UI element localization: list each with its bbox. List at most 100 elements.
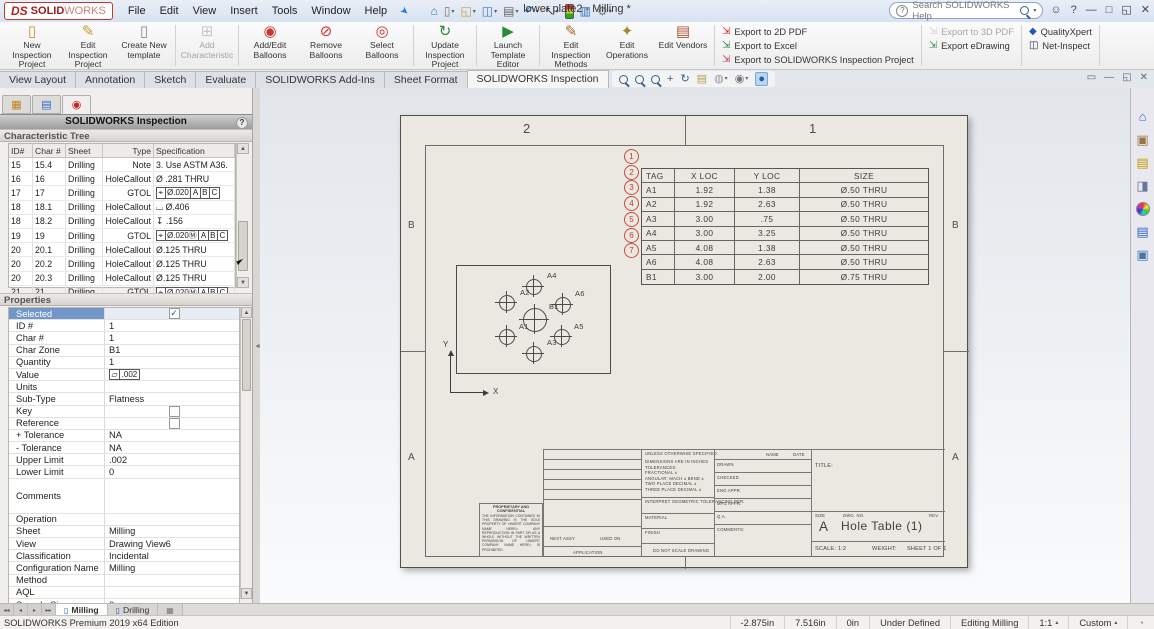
dropdown-icon[interactable]: ▾ <box>473 8 476 15</box>
property-value[interactable]: 1 <box>105 357 239 368</box>
tree-row[interactable]: 1818.1DrillingHoleCallout⌴ Ø.406 <box>9 201 235 215</box>
property-value[interactable]: ▱.002 <box>105 369 239 380</box>
update-inspection-project-button[interactable]: ↻Update Inspection Project <box>417 23 473 70</box>
scroll-down-icon[interactable]: ▼ <box>237 277 249 288</box>
property-value[interactable]: 1 <box>105 320 239 331</box>
doc-icon[interactable]: ▭ <box>1087 72 1096 83</box>
taskpane-custom-properties-icon[interactable]: ▤ <box>1136 225 1148 239</box>
launch-template-editor-button[interactable]: ▶Launch Template Editor <box>480 23 536 70</box>
edit-operations-button[interactable]: ✦Edit Operations <box>599 23 655 60</box>
dropdown-icon[interactable]: ▾ <box>725 73 728 85</box>
print-icon[interactable]: ▤▾ <box>501 4 520 18</box>
help-icon[interactable]: ? <box>1071 5 1077 16</box>
add-edit-balloons-button[interactable]: ◉Add/Edit Balloons <box>242 23 298 60</box>
property-value[interactable] <box>105 587 239 598</box>
property-row[interactable]: Lower Limit0 <box>9 466 239 478</box>
properties-scrollbar[interactable]: ▲ ▼ <box>240 307 252 599</box>
property-value[interactable] <box>105 514 239 525</box>
taskpane-appearances-icon[interactable] <box>1136 202 1150 216</box>
save-icon[interactable]: ◫▾ <box>480 4 499 18</box>
property-value[interactable]: 0 <box>105 466 239 477</box>
property-value[interactable]: Flatness <box>105 393 239 404</box>
property-row[interactable]: ID #1 <box>9 320 239 332</box>
tree-column-header[interactable]: ID# <box>9 144 33 157</box>
doc-restore-icon[interactable]: ◱ <box>1122 72 1131 83</box>
tab-sheet-format[interactable]: Sheet Format <box>384 71 468 88</box>
restore-icon[interactable]: ◱ <box>1121 5 1131 16</box>
status-globe-icon[interactable]: ◔ <box>1127 616 1154 629</box>
menu-help[interactable]: Help <box>358 5 395 17</box>
rotate-view-icon[interactable]: ↻ <box>680 73 689 85</box>
property-value[interactable] <box>105 381 239 392</box>
scroll-down-icon[interactable]: ▼ <box>241 588 252 599</box>
new-doc-icon[interactable]: ▯▾ <box>442 4 457 18</box>
dropdown-icon[interactable]: ▾ <box>516 8 519 15</box>
property-value[interactable] <box>105 418 239 429</box>
menu-file[interactable]: File <box>121 5 153 17</box>
net-inspect-button[interactable]: ◫Net-Inspect <box>1029 39 1090 53</box>
menu-tools[interactable]: Tools <box>265 5 305 17</box>
drawing-sheet[interactable]: 21BABA TAGX LOCY LOCSIZEA11.921.38Ø.50 T… <box>400 115 968 568</box>
property-row[interactable]: Value▱.002 <box>9 369 239 381</box>
property-row[interactable]: Reference <box>9 418 239 430</box>
menu-insert[interactable]: Insert <box>223 5 265 17</box>
home-icon[interactable]: ⌂ <box>429 4 440 18</box>
checkbox-icon[interactable] <box>169 406 180 417</box>
property-row[interactable]: - ToleranceNA <box>9 442 239 454</box>
export-edrawing-button[interactable]: ⇲Export eDrawing <box>929 39 1010 53</box>
taskpane-content-icon[interactable]: ▣ <box>1136 133 1148 147</box>
sheet-properties-icon[interactable]: ▤ <box>697 73 707 85</box>
tree-row[interactable]: 2020.2DrillingHoleCalloutØ.125 THRU <box>9 257 235 271</box>
export-sw-inspection-button[interactable]: ⇲Export to SOLIDWORKS Inspection Project <box>722 53 914 67</box>
property-value[interactable]: .002 <box>105 454 239 465</box>
taskpane-design-library-icon[interactable]: ▤ <box>1136 156 1148 170</box>
tree-row[interactable]: 1919DrillingGTOL⌖Ø.020ⓂABC <box>9 229 235 243</box>
display-style-icon[interactable]: ◍▾ <box>714 73 728 85</box>
taskpane-home-icon[interactable]: ⌂ <box>1139 110 1147 124</box>
property-row[interactable]: ViewDrawing View6 <box>9 538 239 550</box>
tree-row[interactable]: 1818.2DrillingHoleCallout↧ .156 <box>9 215 235 229</box>
property-row[interactable]: Operation <box>9 514 239 526</box>
maximize-icon[interactable]: □ <box>1106 5 1113 16</box>
property-value[interactable]: NA <box>105 442 239 453</box>
tab-evaluate[interactable]: Evaluate <box>195 71 256 88</box>
edit-inspection-methods-button[interactable]: ✎Edit Inspection Methods <box>543 23 599 70</box>
property-row[interactable]: + ToleranceNA <box>9 430 239 442</box>
tab-solidworks-inspection[interactable]: SOLIDWORKS Inspection <box>467 70 609 88</box>
hide-show-icon[interactable]: ◉▾ <box>735 73 749 85</box>
scroll-up-icon[interactable]: ▲ <box>237 143 249 154</box>
create-new-template-button[interactable]: ▯Create New template <box>116 23 172 60</box>
property-row[interactable]: Units <box>9 381 239 393</box>
doc-close-icon[interactable]: ✕ <box>1140 72 1148 83</box>
export-2d-pdf-button[interactable]: ⇲Export to 2D PDF <box>722 25 807 39</box>
dropdown-up-icon[interactable]: ▴ <box>1055 619 1058 626</box>
checkbox-checked-icon[interactable]: ✓ <box>169 308 180 319</box>
tree-row[interactable]: 1717DrillingGTOL⌖Ø.020ABC <box>9 186 235 200</box>
tab-view-layout[interactable]: View Layout <box>0 71 76 88</box>
hole-table[interactable]: TAGX LOCY LOCSIZEA11.921.38Ø.50 THRUA21.… <box>641 168 929 285</box>
panel-help-icon[interactable]: ? <box>236 117 248 129</box>
property-value[interactable]: Drawing View6 <box>105 538 239 549</box>
doc-minimize-icon[interactable]: — <box>1104 72 1114 83</box>
property-value[interactable]: Milling <box>105 526 239 537</box>
minimize-icon[interactable]: — <box>1086 5 1097 16</box>
property-value[interactable]: 1 <box>105 332 239 343</box>
tree-scrollbar[interactable]: ▲ ▼ <box>236 143 249 288</box>
user-icon[interactable]: ☺ <box>1050 5 1061 16</box>
balloon-5[interactable]: 5 <box>624 212 639 227</box>
property-value[interactable] <box>105 406 239 417</box>
zoom-in-out-icon[interactable] <box>651 75 660 84</box>
pin-icon[interactable]: ➤ <box>398 4 411 18</box>
panel-tab-inspection[interactable]: ◉ <box>62 95 91 114</box>
tab-solidworks-add-ins[interactable]: SOLIDWORKS Add-Ins <box>255 71 385 88</box>
dropdown-icon[interactable]: ▾ <box>745 73 748 85</box>
search-input[interactable]: ? Search SOLIDWORKS Help ▾ <box>889 2 1043 19</box>
edit-vendors-button[interactable]: ▤Edit Vendors <box>655 23 711 51</box>
tab-annotation[interactable]: Annotation <box>75 71 145 88</box>
dropdown-icon[interactable]: ▾ <box>494 8 497 15</box>
balloon-2[interactable]: 2 <box>624 165 639 180</box>
tree-column-header[interactable]: Type <box>103 144 154 157</box>
property-row[interactable]: Char #1 <box>9 332 239 344</box>
menu-window[interactable]: Window <box>304 5 357 17</box>
checkbox-icon[interactable] <box>169 418 180 429</box>
